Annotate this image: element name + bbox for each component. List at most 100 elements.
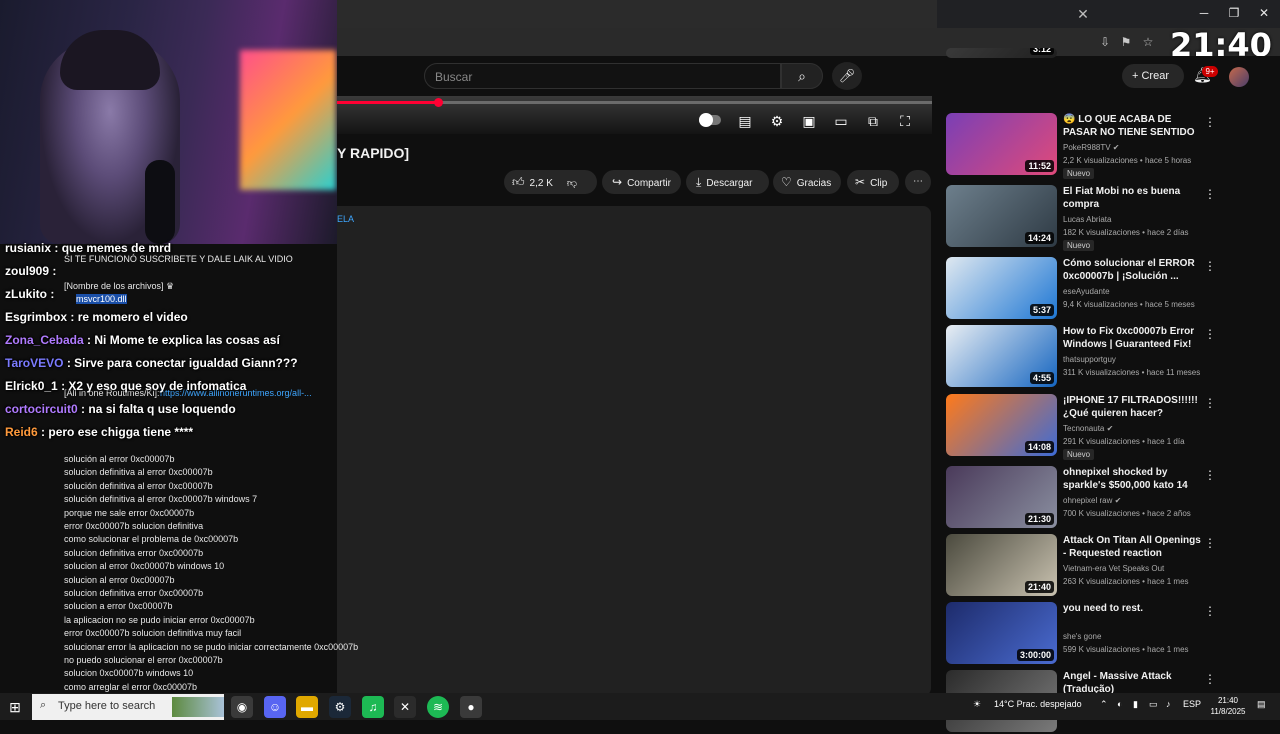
recommended-video[interactable]: 21:30 ohnepixel shocked by sparkle's $500… bbox=[946, 466, 1226, 530]
discord-icon[interactable]: ☺ bbox=[264, 696, 286, 718]
create-button[interactable]: + Crear bbox=[1122, 64, 1184, 88]
channel-name[interactable]: she's gone bbox=[1063, 632, 1101, 641]
tab-close-icon[interactable]: ✕ bbox=[1075, 6, 1091, 22]
video-title[interactable]: ohnepixel shocked by sparkle's $500,000 … bbox=[1063, 466, 1203, 492]
recommended-video[interactable]: 4:55 How to Fix 0xc00007b Error Windows |… bbox=[946, 325, 1226, 389]
recommended-video[interactable]: 11:52 😨 LO QUE ACABA DE PASAR NO TIENE SE… bbox=[946, 113, 1226, 179]
video-thumbnail[interactable]: 21:40 bbox=[946, 534, 1057, 596]
search-input[interactable]: Buscar bbox=[424, 63, 781, 89]
chrome-icon[interactable]: ◉ bbox=[231, 696, 253, 718]
recommended-video[interactable]: 14:08 ¡IPHONE 17 FILTRADOS!!!!!! ¿Qué qui… bbox=[946, 394, 1226, 460]
channel-name[interactable]: Lucas Abriata bbox=[1063, 215, 1111, 224]
weather-icon: ☀ bbox=[973, 699, 982, 709]
video-thumbnail[interactable]: 4:55 bbox=[946, 325, 1057, 387]
video-menu-icon[interactable]: ⋮ bbox=[1204, 187, 1216, 201]
fullscreen-icon[interactable]: ⛶ bbox=[895, 112, 915, 130]
cast-icon[interactable]: ⧉ bbox=[863, 112, 883, 130]
video-menu-icon[interactable]: ⋮ bbox=[1204, 115, 1216, 129]
notification-center-icon[interactable]: ▤ bbox=[1257, 699, 1266, 710]
search-icon[interactable]: ⌕ bbox=[781, 63, 823, 89]
description-line: SI TE FUNCIONÓ SUSCRIBETE Y DALE LAIK AL… bbox=[64, 254, 293, 264]
windows-start-icon[interactable]: ⊞ bbox=[6, 698, 24, 716]
chat-username: Elrick0_1 bbox=[5, 379, 58, 393]
video-menu-icon[interactable]: ⋮ bbox=[1204, 259, 1216, 273]
share-button[interactable]: ↪ Compartir bbox=[602, 170, 681, 194]
video-thumbnail[interactable]: 3:12 bbox=[946, 48, 1057, 58]
video-menu-icon[interactable]: ⋮ bbox=[1204, 468, 1216, 482]
more-actions-icon[interactable]: ⋯ bbox=[905, 170, 931, 194]
video-menu-icon[interactable]: ⋮ bbox=[1204, 604, 1216, 618]
tray-mic-icon[interactable]: ▮ bbox=[1133, 699, 1138, 710]
tab-active[interactable] bbox=[337, 0, 937, 28]
subtitles-icon[interactable]: ▤ bbox=[735, 112, 755, 130]
channel-name[interactable]: ohnepixel raw ✔ bbox=[1063, 496, 1121, 505]
taskbar-clock[interactable]: 21:40 11/8/2025 bbox=[1206, 695, 1250, 717]
video-title[interactable]: ¡IPHONE 17 FILTRADOS!!!!!! ¿Qué quieren … bbox=[1063, 394, 1203, 420]
description-box[interactable] bbox=[337, 206, 931, 696]
video-thumbnail[interactable]: 11:52 bbox=[946, 113, 1057, 175]
minimize-icon[interactable]: ─ bbox=[1192, 4, 1216, 22]
chat-text: : re momero el video bbox=[70, 310, 188, 324]
window-close-icon[interactable]: ✕ bbox=[1252, 4, 1276, 22]
avatar[interactable] bbox=[1229, 67, 1249, 87]
recommended-video[interactable]: 3:12 bbox=[946, 48, 1226, 58]
like-button[interactable]: 👍︎ 2,2 K 👎︎ bbox=[504, 170, 597, 194]
video-title[interactable]: Cómo solucionar el ERROR 0xc00007b | ¡So… bbox=[1063, 257, 1203, 283]
video-meta: 263 K visualizaciones • hace 1 mes bbox=[1063, 577, 1189, 586]
video-title[interactable]: How to Fix 0xc00007b Error Windows | Gua… bbox=[1063, 325, 1203, 351]
download-button[interactable]: ⤓ Descargar bbox=[686, 170, 769, 194]
terminal-icon[interactable]: ✕ bbox=[394, 696, 416, 718]
chat-username: Zona_Cebada bbox=[5, 333, 84, 347]
notifications-badge: 9+ bbox=[1202, 66, 1218, 77]
channel-name[interactable]: eseAyudante bbox=[1063, 287, 1110, 296]
video-title[interactable]: Attack On Titan All Openings - Requested… bbox=[1063, 534, 1203, 560]
video-thumbnail[interactable]: 14:24 bbox=[946, 185, 1057, 247]
video-thumbnail[interactable]: 21:30 bbox=[946, 466, 1057, 528]
description-line: como solucionar el problema de 0xc00007b bbox=[64, 534, 239, 545]
video-menu-icon[interactable]: ⋮ bbox=[1204, 536, 1216, 550]
video-thumbnail[interactable]: 14:08 bbox=[946, 394, 1057, 456]
channel-name[interactable]: PokeR988TV ✔ bbox=[1063, 143, 1120, 152]
recommended-video[interactable]: 5:37 Cómo solucionar el ERROR 0xc00007b |… bbox=[946, 257, 1226, 321]
recommended-video[interactable]: 21:40 Attack On Titan All Openings - Requ… bbox=[946, 534, 1226, 598]
video-menu-icon[interactable]: ⋮ bbox=[1204, 672, 1216, 686]
video-menu-icon[interactable]: ⋮ bbox=[1204, 327, 1216, 341]
video-menu-icon[interactable]: ⋮ bbox=[1204, 396, 1216, 410]
chat-message: rusianix : que memes de mrd bbox=[5, 241, 171, 255]
recommended-video[interactable]: 14:24 El Fiat Mobi no es buena compra Luca… bbox=[946, 185, 1226, 251]
thumbs-up-icon: 👍︎ bbox=[512, 175, 525, 189]
thanks-heart-icon: ♡ bbox=[781, 175, 792, 189]
progress-scrubber[interactable] bbox=[434, 98, 443, 107]
theater-mode-icon[interactable]: ▭ bbox=[831, 112, 851, 130]
restore-icon[interactable]: ❐ bbox=[1222, 4, 1246, 22]
share-icon: ↪ bbox=[612, 175, 623, 189]
video-thumbnail[interactable]: 5:37 bbox=[946, 257, 1057, 319]
microphone-icon[interactable]: 🎤︎ bbox=[832, 62, 862, 90]
video-title[interactable]: 😨 LO QUE ACABA DE PASAR NO TIENE SENTIDO bbox=[1063, 113, 1203, 139]
tray-chevron-icon[interactable]: ⌃ bbox=[1100, 699, 1108, 710]
obs-icon[interactable]: ● bbox=[460, 696, 482, 718]
channel-name[interactable]: thatsupportguy bbox=[1063, 355, 1116, 364]
tray-app-icon[interactable]: ◐ bbox=[1117, 699, 1122, 709]
steam-icon[interactable]: ⚙ bbox=[329, 696, 351, 718]
recommended-video[interactable]: 3:00:00 you need to rest. she's gone 599 K … bbox=[946, 602, 1226, 666]
thanks-button[interactable]: ♡ Gracias bbox=[773, 170, 841, 194]
clip-button[interactable]: ✂ Clip bbox=[847, 170, 899, 194]
tray-volume-icon[interactable]: ♪ bbox=[1166, 699, 1171, 709]
tray-monitor-icon[interactable]: ▭ bbox=[1149, 699, 1158, 710]
file-explorer-icon[interactable]: ▬ bbox=[296, 696, 318, 718]
miniplayer-icon[interactable]: ▣ bbox=[799, 112, 819, 130]
video-title[interactable]: El Fiat Mobi no es buena compra bbox=[1063, 185, 1203, 211]
description-link[interactable]: ELA bbox=[337, 214, 354, 224]
spotify-icon[interactable]: ≋ bbox=[427, 696, 449, 718]
settings-gear-icon[interactable]: ⚙ bbox=[767, 112, 787, 130]
video-thumbnail[interactable]: 3:00:00 bbox=[946, 602, 1057, 664]
weather-text[interactable]: 14°C Prac. despejado bbox=[994, 699, 1082, 709]
channel-name[interactable]: Vietnam-era Vet Speaks Out bbox=[1063, 564, 1164, 573]
channel-name[interactable]: Tecnonauta ✔ bbox=[1063, 424, 1113, 433]
video-duration: 14:24 bbox=[1024, 232, 1054, 244]
video-title[interactable]: you need to rest. bbox=[1063, 602, 1203, 615]
music-app-icon[interactable]: ♫ bbox=[362, 696, 384, 718]
thumbs-down-icon[interactable]: 👎︎ bbox=[567, 178, 577, 189]
tray-language[interactable]: ESP bbox=[1183, 699, 1201, 709]
